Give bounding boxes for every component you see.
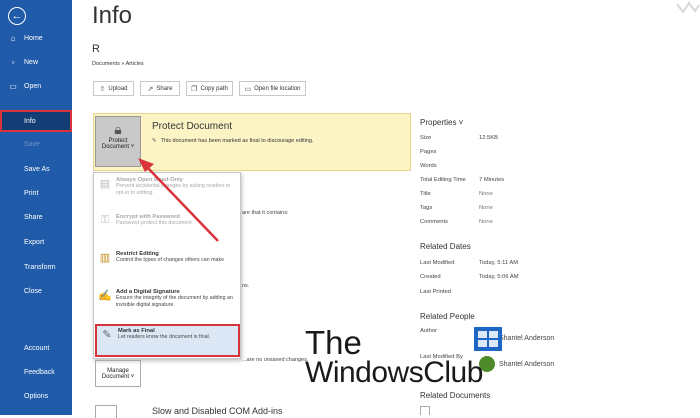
property-label: Pages — [420, 149, 437, 155]
property-value: 12.5KB — [479, 135, 499, 141]
com-addins-icon — [95, 405, 117, 418]
sidebar-item-info[interactable]: Info — [0, 110, 72, 132]
author-name[interactable]: Shantel Anderson — [499, 335, 554, 342]
protect-document-description: ✎ This document has been marked as final … — [152, 138, 314, 144]
property-label: Total Editing Time — [420, 177, 466, 183]
menu-item-mark-as-final[interactable]: ✎ Mark as Final Let readers know the doc… — [95, 324, 240, 357]
windows-logo-icon — [474, 327, 502, 351]
menu-item-restrict-editing[interactable]: ▥ Restrict Editing Control the types of … — [94, 251, 240, 264]
sidebar-item-new[interactable]: ▫ New — [0, 52, 72, 72]
backstage-sidebar: ← ⌂ Home ▫ New ▭ Open Info Save Save As … — [0, 0, 72, 415]
page-title: Info — [92, 2, 133, 29]
sidebar-item-account[interactable]: Account — [0, 338, 72, 358]
sidebar-item-open[interactable]: ▭ Open — [0, 76, 72, 96]
document-lock-icon: ▤ — [99, 178, 111, 190]
upload-button[interactable]: ⇧ Upload — [93, 81, 134, 96]
folder-icon — [420, 406, 430, 415]
breadcrumb[interactable]: Documents » Articles — [92, 61, 144, 67]
mark-final-icon: ✎ — [102, 329, 112, 341]
open-file-location-button[interactable]: ▭ Open file location — [239, 81, 306, 96]
sidebar-item-save-as[interactable]: Save As — [0, 159, 72, 179]
mark-final-icon: ✎ — [152, 138, 157, 144]
signature-icon: ✍ — [98, 290, 112, 302]
back-arrow-icon[interactable]: ← — [8, 7, 26, 25]
property-label: Title — [420, 191, 431, 197]
sidebar-item-close[interactable]: Close — [0, 281, 72, 301]
related-dates-header: Related Dates — [420, 242, 471, 251]
key-lock-icon: ⚿ — [100, 214, 110, 226]
document-name: R — [92, 43, 100, 55]
tags-value[interactable]: None — [479, 205, 493, 211]
property-label: Words — [420, 163, 437, 169]
protect-document-menu: ▤ Always Open Read-Only Prevent accident… — [93, 172, 241, 359]
date-value: Today, 5:11 AM — [479, 260, 519, 266]
lock-icon: 🔒︎ — [114, 121, 122, 137]
watermark-logo: The WindowsClub — [305, 324, 483, 389]
decorative-scribble-icon — [676, 1, 700, 14]
sidebar-item-home[interactable]: ⌂ Home — [0, 28, 72, 48]
menu-item-always-open-read-only: ▤ Always Open Read-Only Prevent accident… — [99, 177, 231, 196]
sidebar-item-transform[interactable]: Transform — [0, 257, 72, 277]
home-icon: ⌂ — [10, 33, 16, 43]
sidebar-item-share[interactable]: Share — [0, 207, 72, 227]
sidebar-item-options[interactable]: Options — [0, 386, 72, 406]
comments-value[interactable]: None — [479, 219, 493, 225]
property-label: Tags — [420, 205, 433, 211]
share-button[interactable]: ⇗ Share — [140, 81, 180, 96]
copy-icon: ❐ — [191, 85, 198, 93]
share-icon: ⇗ — [147, 85, 154, 93]
related-documents-header: Related Documents — [420, 391, 491, 400]
properties-header[interactable]: Properties ˅ — [420, 118, 463, 127]
property-label: Size — [420, 135, 432, 141]
accessibility-text: ns. — [242, 283, 250, 289]
manage-document-button[interactable]: Manage Document ˅ — [95, 360, 141, 387]
folder-icon: ▭ — [244, 85, 252, 93]
title-value[interactable]: None — [479, 191, 493, 197]
date-label: Last Modified — [420, 260, 455, 266]
sidebar-item-print[interactable]: Print — [0, 183, 72, 203]
open-folder-icon: ▭ — [9, 81, 17, 91]
sidebar-item-feedback[interactable]: Feedback — [0, 362, 72, 382]
inspect-description: are that it contains: — [242, 210, 289, 216]
date-label: Created — [420, 274, 441, 280]
protect-document-button[interactable]: 🔒︎ Protect Document ˅ — [95, 116, 141, 167]
upload-icon: ⇧ — [99, 85, 106, 93]
restrict-editing-icon: ▥ — [99, 252, 111, 264]
copy-path-button[interactable]: ❐ Copy path — [186, 81, 233, 96]
sidebar-item-export[interactable]: Export — [0, 232, 72, 252]
modified-by-name[interactable]: Shantel Anderson — [499, 361, 554, 368]
protect-document-title: Protect Document — [152, 121, 233, 132]
property-value: 7 Minutes — [479, 177, 505, 183]
property-label: Comments — [420, 219, 449, 225]
related-people-header: Related People — [420, 312, 475, 321]
menu-item-encrypt-with-password: ⚿ Encrypt with Password Password-protect… — [94, 214, 240, 227]
date-label: Last Printed — [420, 289, 451, 295]
date-value: Today, 5:06 AM — [479, 274, 519, 280]
menu-item-add-digital-signature[interactable]: ✍ Add a Digital Signature Ensure the int… — [94, 289, 240, 309]
versions-text: ...are no unsaved changes. — [242, 357, 309, 363]
new-document-icon: ▫ — [11, 57, 15, 67]
sidebar-item-save: Save — [24, 140, 40, 148]
